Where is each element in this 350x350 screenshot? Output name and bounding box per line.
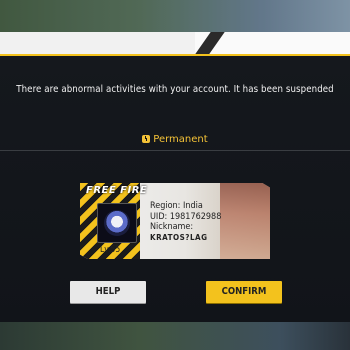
clock-icon [142, 135, 151, 143]
card-artwork [220, 183, 270, 259]
player-info: Region: India UID: 1981762988 Nickname: … [150, 201, 221, 243]
nickname-label: Nickname: [150, 222, 194, 232]
background-scene-top [0, 0, 350, 32]
player-region: Region: India [150, 201, 203, 211]
player-level: Lv.55 [100, 245, 121, 255]
suspension-message: There are abnormal activities with your … [16, 84, 334, 95]
confirm-button[interactable]: CONFIRM [206, 281, 282, 303]
avatar-image [104, 210, 130, 236]
ban-duration-label: Permanent [153, 134, 208, 145]
ban-duration: Permanent [0, 134, 350, 145]
dialog-header-bar [0, 32, 350, 56]
help-button[interactable]: HELP [70, 281, 146, 303]
divider [0, 150, 350, 151]
player-uid: UID: 1981762988 [150, 211, 222, 222]
free-fire-logo: FREE FIRE [86, 185, 148, 196]
background-scene-bottom [0, 322, 350, 350]
nickname-value: KRATOS?LAG [150, 232, 208, 242]
avatar [97, 203, 137, 243]
